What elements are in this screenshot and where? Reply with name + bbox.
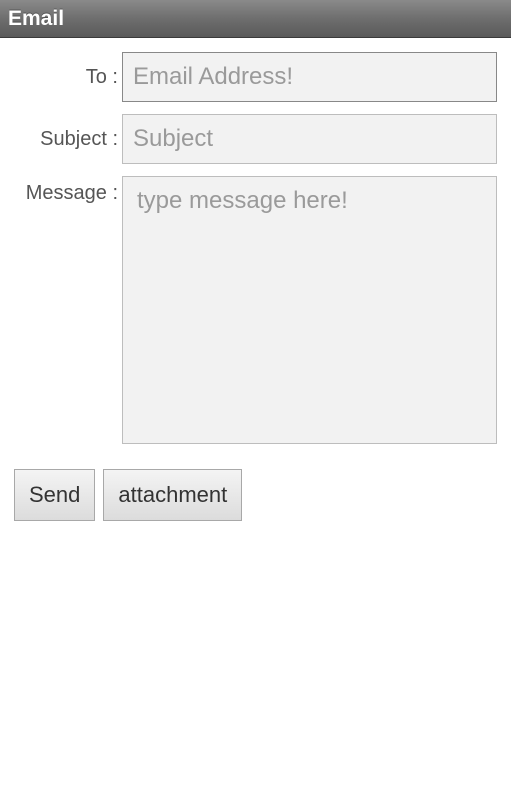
field-message [122, 176, 497, 449]
row-to: To : [14, 52, 497, 102]
subject-input[interactable] [122, 114, 497, 164]
content-area: To : Subject : Message : Send attachment [0, 38, 511, 800]
field-to [122, 52, 497, 102]
field-subject [122, 114, 497, 164]
button-row: Send attachment [4, 461, 507, 521]
label-message: Message : [14, 176, 122, 210]
app-title: Email [8, 7, 64, 31]
title-bar: Email [0, 0, 511, 38]
label-subject: Subject : [14, 114, 122, 164]
row-message: Message : [14, 176, 497, 449]
row-subject: Subject : [14, 114, 497, 164]
label-to: To : [14, 52, 122, 102]
send-button[interactable]: Send [14, 469, 95, 521]
message-textarea[interactable] [122, 176, 497, 444]
form-area: To : Subject : Message : [4, 42, 507, 449]
attachment-button[interactable]: attachment [103, 469, 242, 521]
to-input[interactable] [122, 52, 497, 102]
